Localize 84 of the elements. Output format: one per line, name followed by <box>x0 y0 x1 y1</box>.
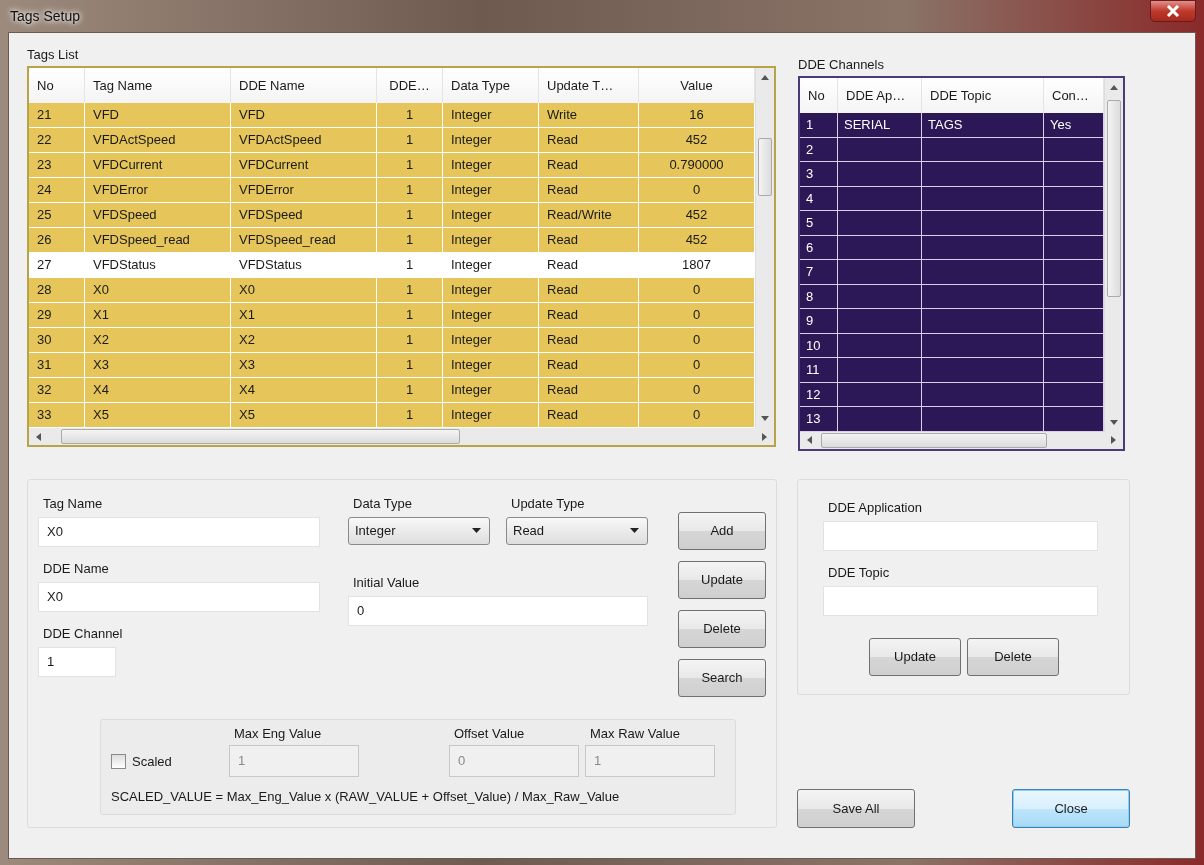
scroll-up-icon[interactable] <box>1110 84 1118 90</box>
field-label: Max Raw Value <box>590 725 682 741</box>
table-row[interactable]: 13 <box>800 407 1104 432</box>
field-label: Initial Value <box>353 574 421 590</box>
table-row[interactable]: 33 X5 X5 1 Integer Read 0 <box>29 403 755 428</box>
table-row[interactable]: 25 VFDSpeed VFDSpeed 1 Integer Read/Write 452 <box>29 203 755 228</box>
table-row[interactable]: 29 X1 X1 1 Integer Read 0 <box>29 303 755 328</box>
scroll-left-icon[interactable] <box>35 432 41 441</box>
scroll-down-icon[interactable] <box>1110 419 1118 426</box>
form-button[interactable]: Delete <box>678 609 766 648</box>
form-button[interactable]: Add <box>678 511 766 550</box>
window-title: Tags Setup <box>10 8 81 24</box>
table-row[interactable]: 8 <box>800 284 1104 309</box>
table-row[interactable]: 9 <box>800 309 1104 334</box>
dde-application-field[interactable] <box>823 520 1098 551</box>
dropdown-caret-icon <box>630 528 639 533</box>
table-cell: 9 <box>800 309 838 334</box>
table-row[interactable]: 31 X3 X3 1 Integer Read 0 <box>29 353 755 378</box>
update-type-dropdown[interactable]: Read <box>506 516 648 545</box>
scroll-thumb[interactable] <box>1107 100 1121 297</box>
field-label: Offset Value <box>454 725 526 741</box>
table-cell: 7 <box>800 260 838 285</box>
scroll-left-icon[interactable] <box>806 436 812 444</box>
field-label: DDE Application <box>828 499 923 515</box>
horizontal-scrollbar[interactable] <box>29 428 774 445</box>
field-label: DDE Topic <box>828 564 891 580</box>
table-row[interactable]: 23 VFDCurrent VFDCurrent 1 Integer Read 0.790000 <box>29 153 755 178</box>
table-row[interactable]: 21 VFD VFD 1 Integer Write 16 <box>29 103 755 128</box>
scroll-thumb[interactable] <box>758 138 772 196</box>
table-row[interactable]: 3 <box>800 162 1104 187</box>
footer-button[interactable]: Close <box>1012 788 1130 828</box>
table-cell: 5 <box>800 211 838 236</box>
scroll-right-icon[interactable] <box>762 432 768 441</box>
scroll-thumb[interactable] <box>61 429 461 444</box>
initial-value-field[interactable]: 0 <box>348 595 648 626</box>
field-label: Tag Name <box>43 495 104 511</box>
tag-name-field[interactable]: X0 <box>38 516 320 547</box>
vertical-scrollbar[interactable] <box>1104 78 1123 432</box>
table-row[interactable]: 4 <box>800 186 1104 211</box>
field-label: Data Type <box>353 495 414 511</box>
table-row[interactable]: 28 X0 X0 1 Integer Read 0 <box>29 278 755 303</box>
table-cell: 1 <box>800 113 838 138</box>
form-button[interactable]: Update <box>678 560 766 599</box>
table-cell: 3 <box>800 162 838 187</box>
dde-channel-field[interactable]: 1 <box>38 646 116 677</box>
table-cell: 11 <box>800 358 838 383</box>
dde-name-field[interactable]: X0 <box>38 581 320 612</box>
table-row[interactable]: 11 <box>800 358 1104 383</box>
scroll-up-icon[interactable] <box>761 74 769 80</box>
table-row[interactable]: 1 SERIAL TAGS Yes <box>800 113 1104 138</box>
table-row[interactable]: 10 <box>800 333 1104 358</box>
table-row[interactable]: 6 <box>800 235 1104 260</box>
table-row[interactable]: 2 <box>800 137 1104 162</box>
table-row[interactable]: 24 VFDError VFDError 1 Integer Read 0 <box>29 178 755 203</box>
table-row[interactable]: 5 <box>800 211 1104 236</box>
table-row[interactable]: 7 <box>800 260 1104 285</box>
scaled-checkbox[interactable]: Scaled <box>111 753 229 769</box>
channel-button[interactable]: Delete <box>967 637 1059 676</box>
formula-text: SCALED_VALUE = Max_Eng_Value x (RAW_VALUE + Offset_Value) / Max_Raw_Value <box>111 788 621 804</box>
scroll-right-icon[interactable] <box>1111 436 1117 444</box>
scroll-down-icon[interactable] <box>761 416 769 422</box>
group-label: DDE Channels <box>798 57 885 72</box>
field-label: DDE Name <box>43 560 110 576</box>
table-cell: SERIAL <box>838 113 922 138</box>
table-row[interactable]: 30 X2 X2 1 Integer Read 0 <box>29 328 755 353</box>
field-label: Update Type <box>511 495 586 511</box>
field-label: Max Eng Value <box>234 725 323 741</box>
vertical-scrollbar[interactable] <box>755 68 774 428</box>
table-cell: TAGS <box>922 113 1044 138</box>
table-row[interactable]: 12 <box>800 382 1104 407</box>
table-row[interactable]: 22 VFDActSpeed VFDActSpeed 1 Integer Read 452 <box>29 128 755 153</box>
data-type-dropdown[interactable]: Integer <box>348 516 490 545</box>
field-label: DDE Channel <box>43 625 124 641</box>
group-label: Tags List <box>27 47 80 62</box>
channel-button[interactable]: Update <box>869 637 961 676</box>
table-cell: 13 <box>800 407 838 432</box>
table-row[interactable]: 26 VFDSpeed_read VFDSpeed_read 1 Integer Read 452 <box>29 228 755 253</box>
close-icon[interactable] <box>1150 0 1196 22</box>
dde-topic-field[interactable] <box>823 585 1098 616</box>
table-row[interactable]: 32 X4 X4 1 Integer Read 0 <box>29 378 755 403</box>
footer-button[interactable]: Save All <box>797 788 915 828</box>
form-button[interactable]: Search <box>678 658 766 697</box>
scroll-thumb[interactable] <box>820 432 1047 448</box>
dropdown-caret-icon <box>472 528 481 533</box>
